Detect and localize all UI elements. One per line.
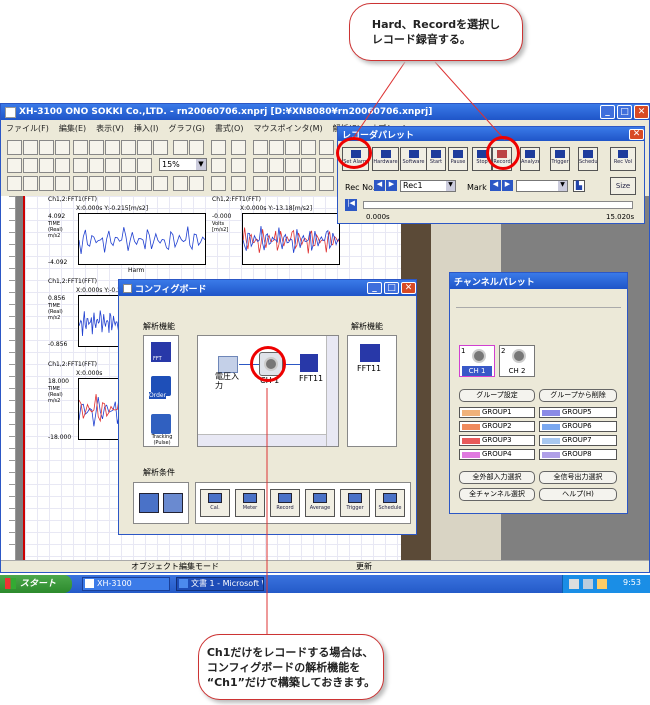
callout-top: Hard、Recordを選択し レコード録音する。 xyxy=(349,3,523,61)
callout-bottom: Ch1だけをレコードする場合は、 コンフィグボードの解析機能を “Ch1”だけで構築… xyxy=(198,634,384,700)
callout-bottom-line3: “Ch1”だけで構築しておきます。 xyxy=(206,675,376,689)
callout-top-line2: レコード録音する。 xyxy=(371,33,471,46)
callout-bottom-line1: Ch1だけをレコードする場合は、 xyxy=(206,645,374,659)
highlight-record xyxy=(486,136,520,170)
callout-bottom-line2: コンフィグボードの解析機能を xyxy=(206,660,361,674)
callout-leader-lines xyxy=(266,61,506,638)
callout-top-line1: Hard、Recordを選択し xyxy=(371,18,501,31)
highlight-ch1 xyxy=(250,346,286,382)
highlight-hardware xyxy=(336,137,372,169)
